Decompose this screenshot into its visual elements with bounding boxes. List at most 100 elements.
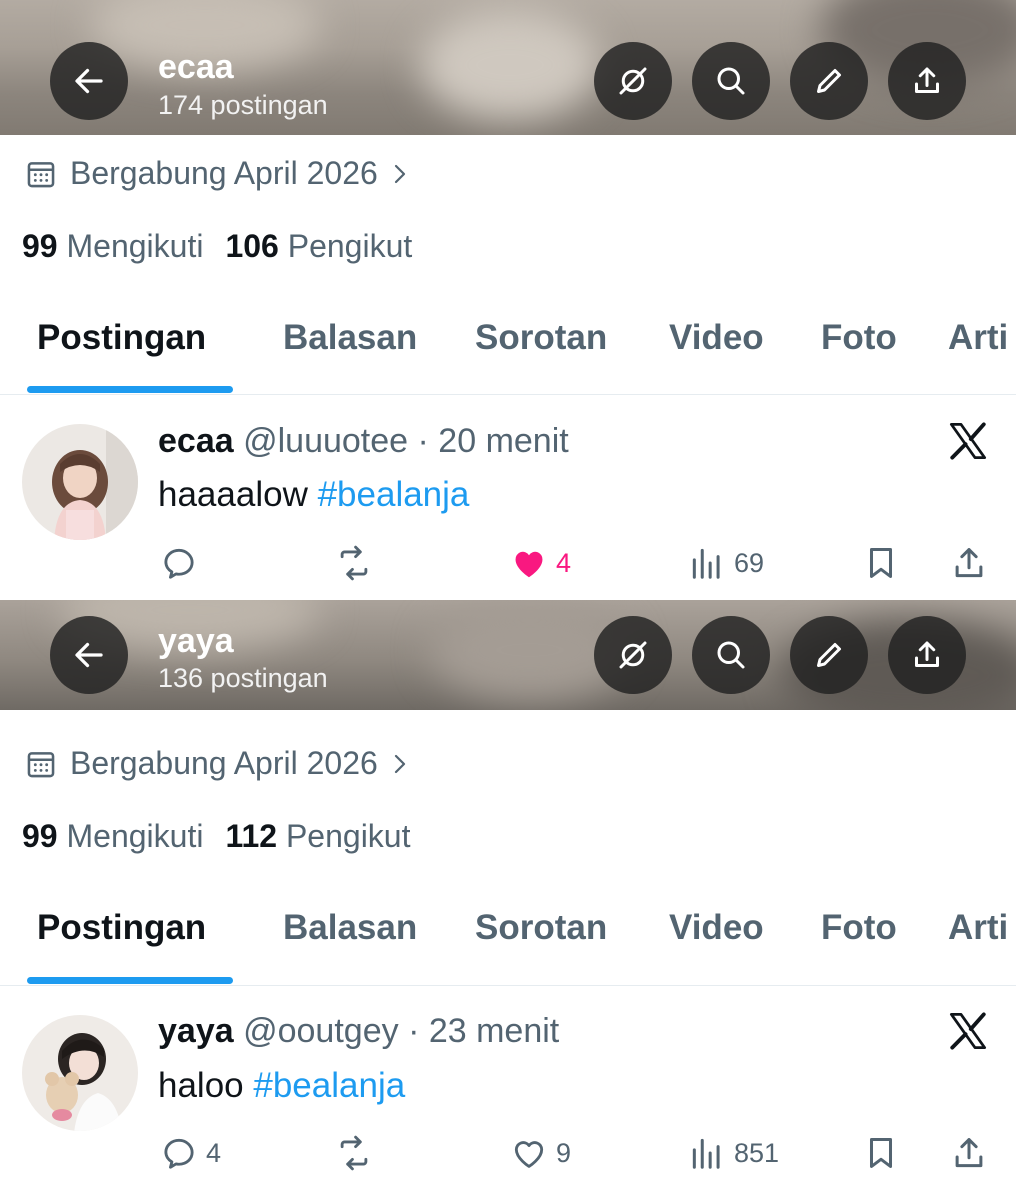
post-header: ecaa @luuuotee · 20 menit <box>158 422 569 461</box>
views-count: 69 <box>734 547 765 578</box>
reply-icon <box>164 1138 194 1169</box>
tab-postingan[interactable]: Postingan <box>37 908 206 948</box>
post-header: yaya @ooutgey · 23 menit <box>158 1012 559 1051</box>
search-button[interactable] <box>692 42 770 120</box>
x-logo-icon <box>949 422 987 460</box>
post-body: haaaalow <box>158 475 308 514</box>
repost-icon <box>340 1135 368 1171</box>
profile-panel-yaya: yaya 136 postingan Bergabung April 2026 … <box>0 600 1016 1200</box>
like-button[interactable]: 9 <box>510 1134 571 1172</box>
following-link[interactable]: 99 Mengikuti <box>22 228 203 264</box>
views-icon <box>692 1138 720 1169</box>
header-posts-count: 174 postingan <box>158 90 328 120</box>
reply-icon <box>164 548 194 579</box>
profile-panel-ecaa: ecaa 174 postingan Bergabung April 2026 … <box>0 0 1016 600</box>
tab-balasan[interactable]: Balasan <box>283 318 417 358</box>
avatar-image <box>22 1015 138 1131</box>
eye-off-icon <box>619 641 647 669</box>
like-button[interactable]: 4 <box>510 544 571 582</box>
share-icon <box>915 67 939 93</box>
back-button[interactable] <box>50 42 128 120</box>
bookmark-icon <box>869 1138 893 1168</box>
post-author-handle[interactable]: @ooutgey <box>243 1012 399 1050</box>
share-button[interactable] <box>888 42 966 120</box>
following-link[interactable]: 99 Mengikuti <box>22 818 203 854</box>
eye-off-icon <box>619 67 647 95</box>
tab-video[interactable]: Video <box>669 318 764 358</box>
tab-foto[interactable]: Foto <box>821 908 897 948</box>
post-author-handle[interactable]: @luuuotee <box>243 422 408 460</box>
grok-button[interactable] <box>594 616 672 694</box>
search-icon <box>717 67 745 95</box>
post-text: haloo #bealanja <box>158 1066 405 1106</box>
back-button[interactable] <box>50 616 128 694</box>
post-time: · 23 menit <box>408 1012 560 1050</box>
edit-button[interactable] <box>790 616 868 694</box>
header-posts-count: 136 postingan <box>158 663 328 693</box>
post-hashtag[interactable]: #bealanja <box>253 1066 405 1105</box>
post-hashtag[interactable]: #bealanja <box>318 475 470 514</box>
tab-balasan[interactable]: Balasan <box>283 908 417 948</box>
repost-button[interactable] <box>335 1134 381 1172</box>
joined-date[interactable]: Bergabung April 2026 <box>24 745 424 782</box>
header-name: yaya <box>158 622 234 660</box>
avatar[interactable] <box>22 1015 138 1131</box>
views-icon <box>692 548 720 579</box>
bookmark-icon <box>869 548 893 578</box>
like-count: 4 <box>556 547 572 578</box>
joined-label: Bergabung April 2026 <box>70 745 378 781</box>
share-icon <box>915 641 939 667</box>
follow-stats: 99 Mengikuti 112 Pengikut <box>22 818 410 855</box>
tab-video[interactable]: Video <box>669 908 764 948</box>
calendar-icon <box>27 751 55 777</box>
post-author-name[interactable]: ecaa <box>158 422 234 460</box>
share-icon <box>955 548 983 578</box>
repost-button[interactable] <box>335 544 381 582</box>
heart-icon <box>515 551 543 578</box>
x-logo-icon <box>949 1012 987 1050</box>
profile-header: ecaa 174 postingan <box>0 0 1016 135</box>
post-share-button[interactable] <box>950 1134 988 1172</box>
views-button[interactable]: 851 <box>688 1134 779 1172</box>
joined-label: Bergabung April 2026 <box>70 155 378 191</box>
tab-artikel[interactable]: Arti <box>948 908 1008 948</box>
views-button[interactable]: 69 <box>688 544 764 582</box>
pencil-icon <box>817 69 841 93</box>
reply-count: 4 <box>206 1137 222 1168</box>
profile-header: yaya 136 postingan <box>0 600 1016 710</box>
reply-button[interactable]: 4 <box>160 1134 221 1172</box>
avatar-image <box>22 424 138 540</box>
post-time: · 20 menit <box>417 422 569 460</box>
post-share-button[interactable] <box>950 544 988 582</box>
grok-button[interactable] <box>594 42 672 120</box>
tabs-divider <box>0 985 1016 986</box>
pencil-icon <box>817 643 841 667</box>
joined-date[interactable]: Bergabung April 2026 <box>24 155 424 192</box>
followers-link[interactable]: 112 Pengikut <box>225 818 410 854</box>
tab-artikel[interactable]: Arti <box>948 318 1008 358</box>
bookmark-button[interactable] <box>862 544 900 582</box>
tab-postingan[interactable]: Postingan <box>37 318 206 358</box>
reply-button[interactable] <box>160 544 206 582</box>
tab-sorotan[interactable]: Sorotan <box>475 908 607 948</box>
tab-foto[interactable]: Foto <box>821 318 897 358</box>
repost-icon <box>340 545 368 581</box>
search-button[interactable] <box>692 616 770 694</box>
like-count: 9 <box>556 1137 572 1168</box>
post-author-name[interactable]: yaya <box>158 1012 234 1050</box>
profile-tabs: Postingan Balasan Sorotan Video Foto Art… <box>0 318 1016 418</box>
avatar[interactable] <box>22 424 138 540</box>
views-count: 851 <box>734 1137 780 1168</box>
tabs-divider <box>0 394 1016 395</box>
followers-link[interactable]: 106 Pengikut <box>225 228 412 264</box>
share-button[interactable] <box>888 616 966 694</box>
follow-stats: 99 Mengikuti 106 Pengikut <box>22 228 412 265</box>
bookmark-button[interactable] <box>862 1134 900 1172</box>
calendar-icon <box>27 161 55 187</box>
edit-button[interactable] <box>790 42 868 120</box>
chevron-right-icon <box>394 754 405 773</box>
tab-sorotan[interactable]: Sorotan <box>475 318 607 358</box>
post-body: haloo <box>158 1066 244 1105</box>
search-icon <box>717 641 745 669</box>
heart-icon <box>514 1141 544 1168</box>
